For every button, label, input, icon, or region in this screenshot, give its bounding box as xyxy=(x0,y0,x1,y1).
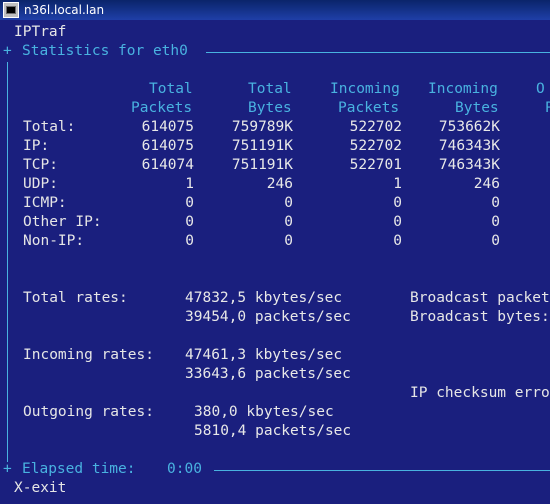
border-corner-top: + xyxy=(3,43,12,59)
exit-hint[interactable]: X-exit xyxy=(14,480,66,496)
cell: 753662K xyxy=(438,119,500,135)
incoming-rates-label: Incoming rates: xyxy=(23,347,154,363)
row-label: Non-IP: xyxy=(23,233,85,249)
cell: 614074 xyxy=(141,157,194,173)
cell: 522702 xyxy=(349,138,402,154)
col-out-h1: O xyxy=(536,81,545,97)
col-total-packets-h2: Packets xyxy=(131,100,193,116)
ip-checksum-label: IP checksum erro xyxy=(410,385,550,401)
outgoing-rates-kbytes: 380,0 kbytes/sec xyxy=(194,404,334,420)
cell: 746343K xyxy=(438,138,500,154)
elapsed-value: 0:00 xyxy=(167,461,202,477)
row-label: UDP: xyxy=(23,176,58,192)
cell: 246 xyxy=(266,176,293,192)
cell: 759789K xyxy=(231,119,293,135)
window-titlebar[interactable]: n36l.local.lan xyxy=(0,0,550,20)
cell: 0 xyxy=(284,214,293,230)
cell: 1 xyxy=(393,176,402,192)
col-in-bytes-h1: Incoming xyxy=(428,81,498,97)
cell: 614075 xyxy=(141,138,194,154)
cell: 0 xyxy=(393,233,402,249)
total-rates-kbytes: 47832,5 kbytes/sec xyxy=(185,290,343,306)
cell: 1 xyxy=(185,176,194,192)
col-in-bytes-h2: Bytes xyxy=(455,100,499,116)
cell: 614075 xyxy=(141,119,194,135)
outgoing-rates-label: Outgoing rates: xyxy=(23,404,154,420)
cell: 751191K xyxy=(231,157,293,173)
col-out-h2: P xyxy=(545,100,550,116)
cell: 746343K xyxy=(438,157,500,173)
row-label: IP: xyxy=(23,138,50,154)
cell: 0 xyxy=(284,195,293,211)
cell: 0 xyxy=(185,195,194,211)
terminal[interactable]: IPTraf + Statistics for eth0 Total Total… xyxy=(0,20,550,504)
cell: 0 xyxy=(185,233,194,249)
broadcast-packets-label: Broadcast packet xyxy=(410,290,550,306)
elapsed-label: Elapsed time: xyxy=(22,461,136,477)
outgoing-rates-packets: 5810,4 packets/sec xyxy=(194,423,352,439)
broadcast-bytes-label: Broadcast bytes: xyxy=(410,309,550,325)
col-in-packets-h1: Incoming xyxy=(330,81,400,97)
cell: 0 xyxy=(491,195,500,211)
total-rates-packets: 39454,0 packets/sec xyxy=(185,309,351,325)
cell: 751191K xyxy=(231,138,293,154)
border-corner-bottom: + xyxy=(3,461,12,477)
left-border xyxy=(7,62,8,462)
row-label: ICMP: xyxy=(23,195,67,211)
row-label: Other IP: xyxy=(23,214,102,230)
terminal-icon xyxy=(3,2,19,18)
cell: 0 xyxy=(393,195,402,211)
incoming-rates-kbytes: 47461,3 kbytes/sec xyxy=(185,347,343,363)
col-in-packets-h2: Packets xyxy=(338,100,400,116)
row-label: Total: xyxy=(23,119,76,135)
col-total-bytes-h1: Total xyxy=(248,81,292,97)
bottom-rule xyxy=(214,470,550,471)
cell: 522702 xyxy=(349,119,402,135)
cell: 522701 xyxy=(349,157,402,173)
cell: 0 xyxy=(393,214,402,230)
total-rates-label: Total rates: xyxy=(23,290,128,306)
cell: 0 xyxy=(491,233,500,249)
incoming-rates-packets: 33643,6 packets/sec xyxy=(185,366,351,382)
col-total-bytes-h2: Bytes xyxy=(248,100,292,116)
cell: 0 xyxy=(284,233,293,249)
cell: 246 xyxy=(473,176,500,192)
cell: 0 xyxy=(185,214,194,230)
col-total-packets-h1: Total xyxy=(149,81,193,97)
window-title: n36l.local.lan xyxy=(24,3,105,17)
top-rule xyxy=(206,52,550,53)
cell: 0 xyxy=(491,214,500,230)
panel-title: Statistics for eth0 xyxy=(22,43,188,59)
row-label: TCP: xyxy=(23,157,58,173)
app-name: IPTraf xyxy=(14,24,67,40)
